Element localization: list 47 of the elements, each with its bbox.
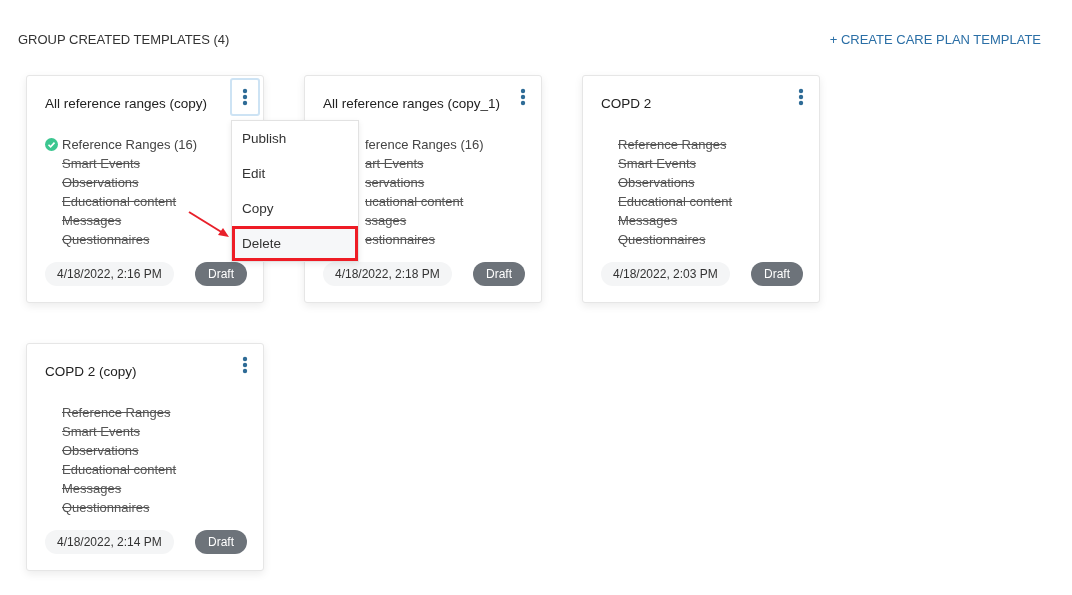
section-label: ssages [365, 213, 407, 228]
date-chip: 4/18/2022, 2:18 PM [323, 262, 452, 286]
section-label: Smart Events [62, 424, 141, 439]
section-label: Messages [618, 213, 678, 228]
card-title: All reference ranges (copy_1) [323, 95, 501, 111]
menu-item[interactable]: Edit [232, 156, 358, 191]
section-label: Observations [618, 175, 695, 190]
create-template-link[interactable]: + CREATE CARE PLAN TEMPLATE [829, 32, 1041, 47]
section-label: Reference Ranges [618, 137, 727, 152]
status-badge: Draft [473, 262, 525, 286]
section-label: Educational content [62, 194, 177, 209]
section-label: Educational content [618, 194, 733, 209]
section-label: servations [365, 175, 425, 190]
section-label: Questionnaires [62, 500, 150, 515]
card-title: COPD 2 (copy) [45, 363, 137, 379]
section-label: Smart Events [62, 156, 141, 171]
menu-item[interactable]: Publish [232, 121, 358, 156]
status-badge: Draft [751, 262, 803, 286]
section-title: GROUP CREATED TEMPLATES (4) [18, 32, 230, 47]
status-badge: Draft [195, 262, 247, 286]
date-chip: 4/18/2022, 2:14 PM [45, 530, 174, 554]
section-label: Questionnaires [62, 232, 150, 247]
menu-item[interactable]: Delete [232, 226, 358, 261]
section-label: Reference Ranges [62, 405, 171, 420]
status-badge: Draft [195, 530, 247, 554]
section-label: Observations [62, 443, 139, 458]
kebab-icon [520, 88, 526, 106]
section-label: art Events [365, 156, 424, 171]
section-label: Messages [62, 481, 122, 496]
date-chip: 4/18/2022, 2:03 PM [601, 262, 730, 286]
card-title: All reference ranges (copy) [45, 95, 208, 111]
kebab-icon [242, 356, 248, 374]
section-label: Smart Events [618, 156, 697, 171]
more-menu-button[interactable] [230, 78, 260, 116]
kebab-icon [242, 88, 248, 106]
section-label: estionnaires [365, 232, 436, 247]
card-title: COPD 2 [601, 95, 652, 111]
section-label: Educational content [62, 462, 177, 477]
section-label: Messages [62, 213, 122, 228]
date-chip: 4/18/2022, 2:16 PM [45, 262, 174, 286]
section-label: Questionnaires [618, 232, 706, 247]
section-label: Reference Ranges (16) [62, 137, 198, 152]
kebab-icon [798, 88, 804, 106]
section-label: ucational content [365, 194, 464, 209]
section-label: Observations [62, 175, 139, 190]
section-label: ference Ranges (16) [365, 137, 484, 152]
menu-item[interactable]: Copy [232, 191, 358, 226]
